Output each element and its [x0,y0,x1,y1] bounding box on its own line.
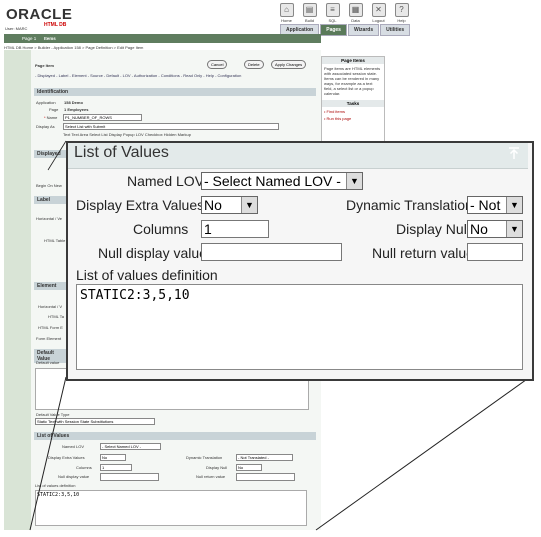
display-null-label: Display Null [396,221,470,237]
null-return-value-input[interactable] [467,243,523,261]
chevron-down-icon: ▼ [346,173,362,189]
chevron-down-icon: ▼ [506,221,522,237]
columns-label: Columns [133,221,189,237]
columns-input[interactable]: 1 [201,220,269,238]
null-display-value-label: Null display value [98,245,207,261]
display-extra-values-select[interactable]: No ▼ [201,196,258,214]
named-lov-select[interactable]: - Select Named LOV - ▼ [201,172,363,190]
chevron-down-icon: ▼ [241,197,257,213]
lov-zoom-title: List of Values [74,144,169,161]
display-null-select[interactable]: No ▼ [467,220,523,238]
dynamic-translation-label: Dynamic Translation [346,197,473,213]
named-lov-label: Named LOV [127,173,205,189]
lov-definition-textarea[interactable]: STATIC2:3,5,10 [76,284,523,370]
chevron-down-icon: ▼ [506,197,522,213]
dynamic-translation-select[interactable]: - Not ▼ [467,196,523,214]
lov-definition-label: List of values definition [76,267,218,283]
null-return-value-label: Null return value [372,245,474,261]
collapse-up-icon[interactable] [506,145,522,161]
display-extra-values-label: Display Extra Values [76,197,205,213]
null-display-value-input[interactable] [201,243,342,261]
